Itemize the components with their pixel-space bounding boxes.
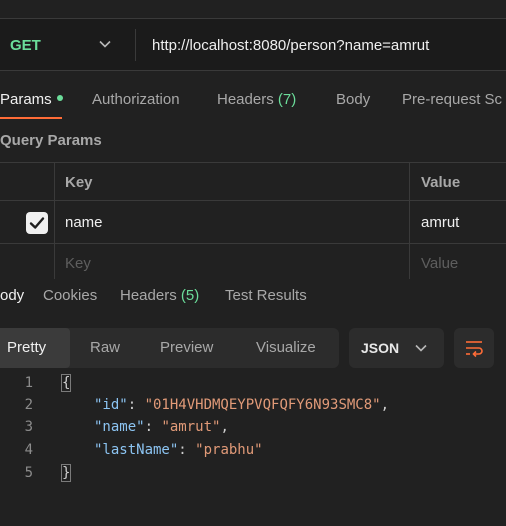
format-select[interactable]: JSON	[349, 328, 444, 368]
url-input[interactable]: http://localhost:8080/person?name=amrut	[152, 37, 429, 54]
tab-response-headers[interactable]: Headers (5)	[120, 287, 199, 304]
line-number: 4	[24, 442, 33, 458]
tab-headers[interactable]: Headers (7)	[217, 91, 296, 108]
chevron-down-icon[interactable]	[99, 39, 111, 49]
line-number: 1	[24, 375, 33, 391]
tab-headers-label: Headers	[217, 91, 274, 108]
active-tab-underline	[0, 117, 62, 119]
tab-authorization[interactable]: Authorization	[92, 91, 180, 108]
request-tabs: Params Authorization Headers (7) Body Pr…	[0, 86, 506, 120]
json-colon: :	[178, 442, 196, 458]
code-text: "id": "01H4VHDMQEYPVQFQFY6N93SMC8",	[94, 397, 389, 413]
response-headers-count: (5)	[180, 287, 200, 304]
column-divider	[54, 163, 55, 279]
json-key: "name"	[94, 419, 145, 435]
code-line: 1 {	[0, 374, 506, 397]
headers-count: (7)	[277, 91, 297, 108]
tab-prerequest-script[interactable]: Pre-request Sc	[402, 91, 502, 108]
json-value: "amrut"	[161, 419, 221, 435]
table-row: name amrut	[0, 201, 506, 244]
url-divider	[135, 29, 136, 61]
tab-response-body[interactable]: ody	[0, 287, 24, 304]
tab-response-headers-label: Headers	[120, 287, 177, 304]
tab-params[interactable]: Params	[0, 91, 63, 108]
tab-test-results[interactable]: Test Results	[225, 287, 307, 304]
code-line: 3 "name": "amrut",	[0, 419, 506, 441]
code-line: 2 "id": "01H4VHDMQEYPVQFQFY6N93SMC8",	[0, 397, 506, 419]
open-brace: {	[60, 374, 72, 392]
code-text: "lastName": "prabhu"	[94, 442, 263, 458]
table-header-row: Key Value	[0, 163, 506, 201]
key-column-header: Key	[65, 174, 93, 191]
json-key: "id"	[94, 397, 128, 413]
view-mode-visualize[interactable]: Visualize	[256, 339, 316, 356]
format-label: JSON	[361, 340, 400, 356]
wrap-lines-button[interactable]	[454, 328, 494, 368]
column-divider	[409, 163, 410, 279]
json-value: "prabhu"	[195, 442, 263, 458]
new-value-input[interactable]: Value	[421, 255, 458, 272]
method-select[interactable]: GET	[10, 37, 41, 54]
response-tabs: ody Cookies Headers (5) Test Results	[0, 282, 506, 314]
response-toolbar: Pretty Raw Preview Visualize JSON	[0, 328, 506, 368]
param-enabled-checkbox[interactable]	[26, 212, 48, 234]
code-text: }	[60, 464, 72, 482]
code-line: 4 "lastName": "prabhu"	[0, 442, 506, 464]
param-key[interactable]: name	[65, 214, 103, 231]
line-number: 3	[24, 419, 33, 435]
query-params-title: Query Params	[0, 132, 102, 149]
query-params-table: Key Value name amrut Key Value	[0, 162, 506, 279]
value-column-header: Value	[421, 174, 461, 191]
json-comma: ,	[380, 397, 390, 413]
json-colon: :	[144, 419, 162, 435]
code-text: "name": "amrut",	[94, 419, 229, 435]
view-mode-raw[interactable]: Raw	[90, 339, 120, 356]
json-colon: :	[127, 397, 145, 413]
new-key-input[interactable]: Key	[65, 255, 91, 272]
line-number: 2	[24, 397, 33, 413]
tab-body[interactable]: Body	[336, 91, 370, 108]
view-mode-switcher: Pretty Raw Preview Visualize	[0, 328, 339, 368]
table-row-empty: Key Value	[0, 244, 506, 279]
view-mode-preview[interactable]: Preview	[160, 339, 213, 356]
chevron-down-icon	[415, 344, 427, 352]
tab-cookies[interactable]: Cookies	[43, 287, 97, 304]
response-body-viewer[interactable]: 1 { 2 "id": "01H4VHDMQEYPVQFQFY6N93SMC8"…	[0, 373, 506, 493]
wrap-lines-icon	[466, 341, 483, 358]
code-text: {	[60, 374, 72, 392]
checkmark-icon	[29, 217, 45, 229]
close-brace: }	[60, 464, 72, 482]
params-indicator-dot	[56, 95, 63, 102]
json-value: "01H4VHDMQEYPVQFQFY6N93SMC8"	[144, 397, 381, 413]
code-line: 5 }	[0, 464, 506, 487]
view-mode-pretty[interactable]: Pretty	[7, 339, 46, 356]
tab-params-label: Params	[0, 91, 52, 108]
param-value[interactable]: amrut	[421, 214, 459, 231]
json-key: "lastName"	[94, 442, 179, 458]
url-bar: GET http://localhost:8080/person?name=am…	[0, 19, 506, 71]
json-comma: ,	[220, 419, 229, 435]
line-number: 5	[24, 465, 33, 481]
